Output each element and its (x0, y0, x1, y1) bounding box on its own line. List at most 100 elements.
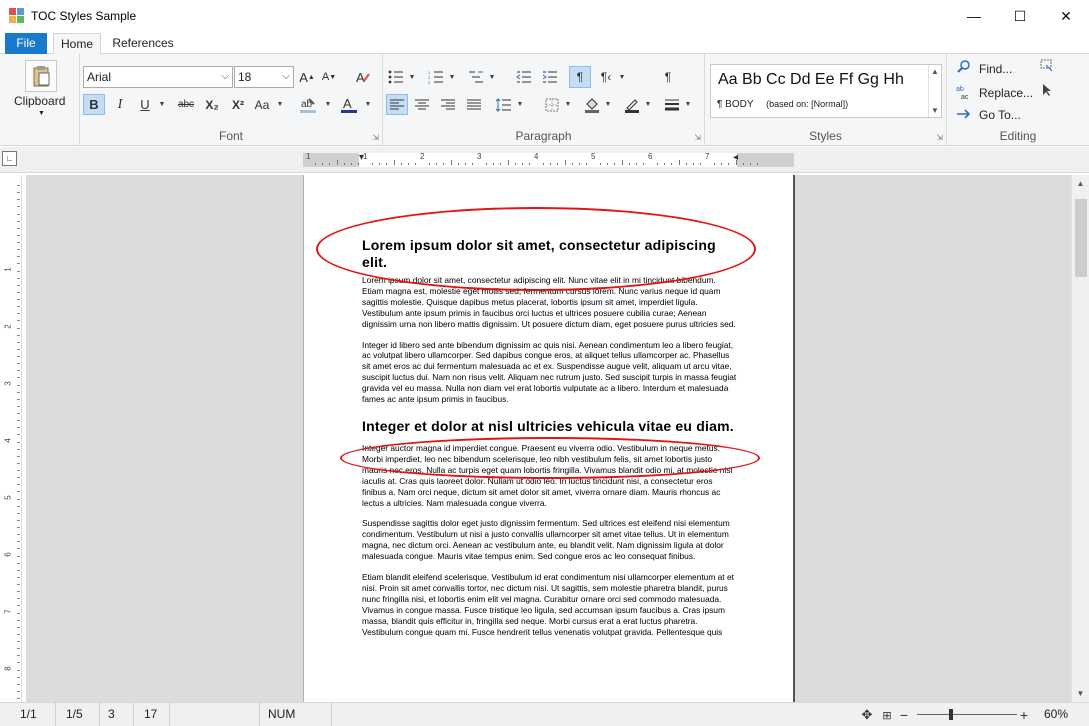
border-width-icon[interactable] (663, 94, 681, 115)
ruler-tick (564, 160, 566, 165)
paragraph-1[interactable]: Lorem ipsum dolor sit amet, consectetur … (362, 275, 737, 330)
font-family-combo[interactable]: Arial ⌵ (83, 66, 233, 88)
document-area[interactable]: Lorem ipsum dolor sit amet, consectetur … (26, 175, 1071, 702)
chevron-down-icon[interactable]: ▼ (158, 94, 166, 115)
status-line: 3 (102, 703, 134, 726)
paragraph-2[interactable]: Integer id libero sed ante bibendum dign… (362, 340, 737, 405)
fit-page-icon[interactable]: ⊞ (878, 706, 896, 724)
chevron-down-icon[interactable]: ▼ (408, 67, 416, 87)
chevron-down-icon[interactable]: ▼ (38, 110, 45, 117)
zoom-slider[interactable] (917, 714, 1017, 715)
right-indent-marker[interactable]: ◂ (733, 152, 738, 163)
border-color-icon[interactable] (623, 94, 641, 115)
borders-icon[interactable] (543, 94, 561, 115)
chevron-down-icon[interactable]: ▼ (324, 94, 332, 115)
maximize-button[interactable]: ☐ (997, 0, 1043, 32)
zoom-in-button[interactable]: + (1018, 706, 1030, 724)
tab-references[interactable]: References (105, 33, 181, 54)
tab-stop-selector-icon[interactable]: ∟ (2, 151, 17, 166)
styles-gallery[interactable]: Aa Bb Cc Dd Ee Ff Gg Hh ¶ BODY (based on… (710, 64, 942, 118)
horizontal-ruler[interactable]: 1 1 2 3 4 5 6 7 ▾ ◂ (303, 152, 794, 167)
heading-1[interactable]: Lorem ipsum dolor sit amet, consectetur … (362, 237, 737, 271)
find-button[interactable]: Find... (955, 60, 1012, 77)
tab-file[interactable]: File (5, 33, 47, 54)
subscript-button[interactable]: X₂ (202, 94, 222, 115)
highlight-color-icon[interactable]: ab (296, 94, 320, 115)
underline-button[interactable]: U (136, 94, 154, 115)
chevron-down-icon[interactable]: ▼ (488, 67, 496, 87)
ruler-tick (528, 163, 530, 165)
fit-width-icon[interactable]: ✥ (858, 706, 876, 724)
bullet-list-icon[interactable] (387, 67, 405, 87)
document-page[interactable]: Lorem ipsum dolor sit amet, consectetur … (303, 175, 795, 702)
goto-button[interactable]: Go To... (955, 108, 1021, 122)
dialog-launcher-icon[interactable]: ⇲ (372, 133, 379, 142)
chevron-down-icon[interactable]: ▼ (564, 94, 572, 115)
vertical-ruler[interactable]: 1 2 3 4 5 6 7 8 (4, 175, 22, 702)
change-case-button[interactable]: Aa (252, 94, 272, 115)
grow-font-icon[interactable]: A ▲ (298, 68, 316, 86)
scroll-up-icon[interactable]: ▲ (1072, 175, 1089, 192)
paragraph-mark-icon[interactable]: ¶ (659, 67, 677, 87)
paragraph-5[interactable]: Etiam blandit eleifend scelerisque. Vest… (362, 572, 737, 637)
align-center-icon[interactable] (413, 94, 431, 115)
font-size-value: 18 (238, 70, 252, 84)
ruler-tick (407, 163, 409, 165)
clipboard-label[interactable]: Clipboard (14, 94, 65, 108)
decrease-indent-icon[interactable] (515, 67, 533, 87)
clear-formatting-icon[interactable]: A (354, 68, 372, 86)
numbered-list-icon[interactable]: 123 (427, 67, 445, 87)
font-color-icon[interactable]: A (338, 94, 360, 115)
multilevel-list-icon[interactable] (467, 67, 485, 87)
vertical-scrollbar[interactable]: ▲ ▼ (1071, 175, 1089, 702)
chevron-down-icon[interactable]: ▼ (644, 94, 652, 115)
chevron-down-icon[interactable]: ▼ (684, 94, 692, 115)
chevron-down-icon[interactable]: ▼ (604, 94, 612, 115)
zoom-out-button[interactable]: − (898, 706, 910, 724)
align-right-icon[interactable] (439, 94, 457, 115)
chevron-down-icon[interactable]: ▼ (618, 67, 626, 87)
chevron-down-icon[interactable]: ▼ (516, 94, 524, 115)
chevron-down-icon[interactable]: ▼ (276, 94, 284, 115)
align-left-icon[interactable] (386, 94, 408, 115)
paragraph-4[interactable]: Suspendisse sagittis dolor eget justo di… (362, 518, 737, 562)
replace-button[interactable]: ab ac Replace... (955, 84, 1033, 102)
close-button[interactable]: ✕ (1043, 0, 1089, 32)
tab-home[interactable]: Home (53, 33, 101, 55)
status-section: 1/5 (60, 703, 100, 726)
superscript-button[interactable]: X² (228, 94, 248, 115)
page-content[interactable]: Lorem ipsum dolor sit amet, consectetur … (362, 237, 737, 637)
justify-icon[interactable] (465, 94, 483, 115)
scroll-thumb[interactable] (1075, 199, 1087, 277)
chevron-down-icon[interactable]: ▼ (364, 94, 372, 115)
ruler-number: 4 (3, 438, 13, 443)
ltr-paragraph-icon[interactable]: ¶‹ (597, 67, 615, 87)
chevron-up-icon[interactable]: ▲ (931, 67, 939, 76)
paragraph-3[interactable]: Integer auctor magna id imperdiet congue… (362, 443, 737, 508)
heading-2[interactable]: Integer et dolor at nisl ultricies vehic… (362, 418, 737, 435)
shading-icon[interactable] (583, 94, 601, 115)
show-formatting-icon[interactable]: ¶ (569, 66, 591, 88)
ruler-tick (17, 491, 20, 493)
styles-sample: Aa Bb Cc Dd Ee Ff Gg Hh (718, 71, 904, 88)
shrink-font-icon[interactable]: A ▼ (320, 68, 338, 86)
scroll-down-icon[interactable]: ▼ (1072, 685, 1089, 702)
bold-button[interactable]: B (83, 94, 105, 115)
ruler-tick (372, 163, 374, 165)
line-spacing-icon[interactable] (495, 94, 513, 115)
styles-gallery-scroll[interactable]: ▲ ▼ (928, 65, 941, 117)
font-size-combo[interactable]: 18 ⌵ (234, 66, 294, 88)
select-all-icon[interactable] (1039, 58, 1055, 74)
chevron-down-icon[interactable]: ▼ (448, 67, 456, 87)
strikethrough-button[interactable]: abc (174, 94, 198, 115)
dialog-launcher-icon[interactable]: ⇲ (936, 133, 943, 142)
chevron-down-icon[interactable]: ▼ (931, 106, 939, 115)
italic-button[interactable]: I (110, 94, 130, 115)
dialog-launcher-icon[interactable]: ⇲ (694, 133, 701, 142)
minimize-button[interactable]: — (951, 0, 997, 32)
increase-indent-icon[interactable] (541, 67, 559, 87)
zoom-slider-thumb[interactable] (949, 709, 953, 720)
left-indent-marker[interactable]: ▾ (359, 152, 364, 163)
clipboard-icon[interactable] (25, 60, 57, 92)
select-objects-icon[interactable] (1039, 82, 1055, 98)
